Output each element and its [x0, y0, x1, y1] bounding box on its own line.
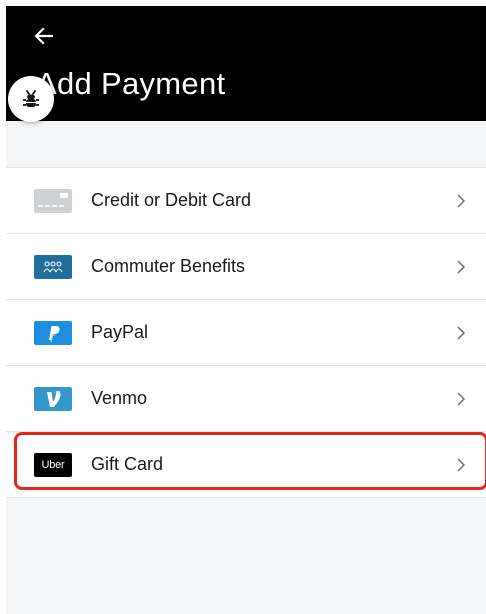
uber-gift-card-icon: Uber [34, 453, 72, 477]
payment-option-label: PayPal [91, 322, 149, 342]
paypal-icon [34, 321, 72, 345]
payment-option-venmo[interactable]: Venmo [6, 365, 486, 431]
bug-icon [23, 90, 39, 107]
payment-option-label: Credit or Debit Card [91, 190, 252, 210]
uber-logo-text: Uber [41, 459, 65, 471]
chevron-right-icon [457, 326, 466, 340]
page-title: Add Payment [36, 66, 226, 101]
commuter-benefits-icon [34, 255, 72, 279]
chevron-right-icon [457, 260, 466, 274]
app-screen: Add Payment Credit or Debit Card Commute… [6, 6, 486, 614]
payment-option-gift-card[interactable]: Uber Gift Card [6, 431, 486, 498]
chevron-right-icon [457, 392, 466, 406]
chevron-right-icon [457, 458, 466, 472]
back-button[interactable] [32, 24, 56, 48]
payment-method-list: Credit or Debit Card Commuter Benefits P… [6, 167, 486, 498]
header: Add Payment [6, 6, 486, 121]
chevron-right-icon [457, 194, 466, 208]
payment-option-label: Venmo [91, 388, 148, 408]
credit-card-icon [34, 189, 72, 213]
debug-button[interactable] [8, 76, 54, 122]
payment-option-commuter-benefits[interactable]: Commuter Benefits [6, 233, 486, 299]
payment-option-credit-card[interactable]: Credit or Debit Card [6, 167, 486, 233]
payment-option-label: Commuter Benefits [91, 256, 246, 276]
payment-option-label: Gift Card [91, 454, 164, 474]
arrow-left-icon [34, 27, 54, 45]
payment-option-paypal[interactable]: PayPal [6, 299, 486, 365]
venmo-icon [34, 387, 72, 411]
